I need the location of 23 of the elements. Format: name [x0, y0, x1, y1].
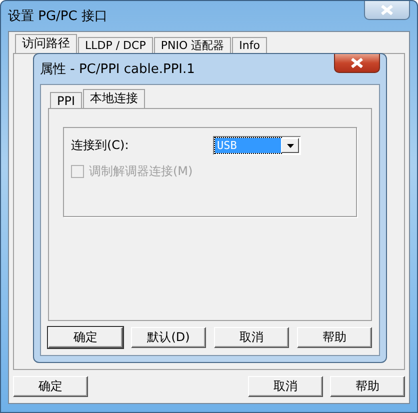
tab[interactable]: PNIO 适配器 [154, 37, 232, 53]
dialog-button[interactable]: 取消 [248, 376, 323, 397]
tab[interactable]: 本地连接 [83, 89, 146, 108]
tab[interactable]: Info [232, 37, 267, 53]
dialog-button[interactable]: 默认(D) [131, 327, 206, 348]
caret-icon [286, 144, 294, 148]
dropdown-value: USB [215, 138, 281, 153]
tab[interactable]: 访问路径 [15, 34, 77, 53]
dialog-button[interactable]: 帮助 [297, 327, 372, 348]
dialog-button[interactable]: 取消 [214, 327, 289, 348]
tab[interactable]: LLDP / DCP [78, 37, 153, 53]
dialog-button[interactable]: 帮助 [330, 376, 405, 397]
close-button[interactable] [334, 54, 380, 73]
dialog-button[interactable]: 确定 [48, 327, 123, 348]
close-icon [351, 58, 363, 68]
dialog-title: 属性 - PC/PPI cable.PPI.1 [40, 61, 195, 78]
close-icon [381, 5, 393, 15]
connect-label: 连接到(C): [71, 137, 130, 154]
dialog-button[interactable]: 确定 [13, 376, 88, 397]
window-title: 设置 PG/PC 接口 [8, 8, 108, 25]
tab[interactable]: PPI [50, 92, 82, 108]
close-button[interactable] [364, 1, 410, 20]
checkbox-label: 调制解调器连接(M) [89, 163, 193, 180]
